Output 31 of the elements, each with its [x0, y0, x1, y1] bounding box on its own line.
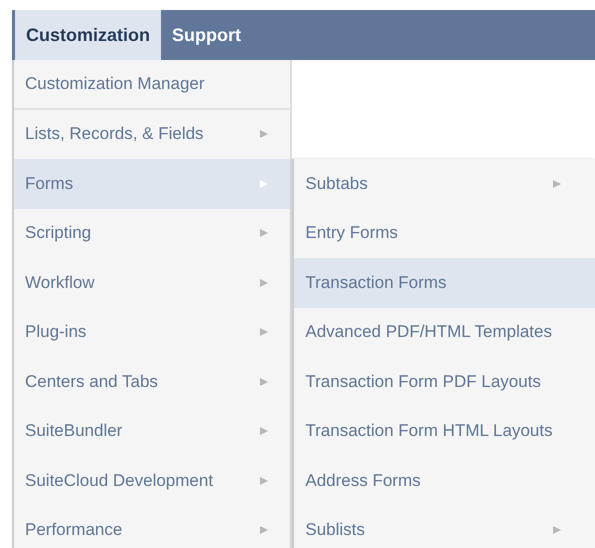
submenu-arrow-icon [259, 376, 270, 387]
submenu-arrow-icon [259, 228, 270, 238]
menu-item[interactable]: Scripting [14, 208, 290, 258]
submenu-arrow-icon [259, 178, 270, 189]
menu-item[interactable]: Centers and Tabs [14, 357, 290, 406]
menu-item[interactable]: Transaction Form PDF Layouts [294, 357, 595, 406]
menu-item[interactable]: Customization Manager [14, 60, 290, 110]
submenu-arrow-icon [259, 129, 270, 140]
menu-item[interactable]: Performance [14, 506, 290, 548]
submenu-arrow-icon [552, 525, 562, 536]
menu-item[interactable]: Subtabs [294, 159, 595, 208]
submenu-arrow-icon [259, 476, 270, 486]
menu-item[interactable]: SuiteCloud Development [14, 456, 290, 506]
menu-item[interactable]: Transaction Forms [294, 258, 595, 308]
menu-item[interactable]: SuiteBundler [14, 406, 290, 456]
submenu-arrow-icon [259, 327, 270, 338]
menu-item[interactable]: Lists, Records, & Fields [14, 110, 290, 159]
submenu-arrow-icon [552, 178, 562, 189]
submenu-arrow-icon [259, 426, 270, 436]
submenu-arrow-icon [259, 525, 270, 536]
menu-item[interactable]: Sublists [294, 506, 595, 548]
submenu-arrow-icon [259, 278, 270, 288]
menu-item[interactable]: Workflow [14, 258, 290, 308]
menu-item[interactable]: Plug-ins [14, 308, 290, 357]
menu-item[interactable]: Transaction Form HTML Layouts [294, 406, 595, 456]
menu-item[interactable]: Address Forms [294, 456, 595, 506]
menu-item[interactable]: Advanced PDF/HTML Templates [294, 308, 595, 357]
menu-item[interactable]: Entry Forms [294, 208, 595, 258]
menu-tab[interactable]: Customization [15, 10, 161, 60]
menu-item[interactable]: Forms [14, 159, 290, 208]
menu-tab[interactable]: Support [161, 10, 252, 60]
